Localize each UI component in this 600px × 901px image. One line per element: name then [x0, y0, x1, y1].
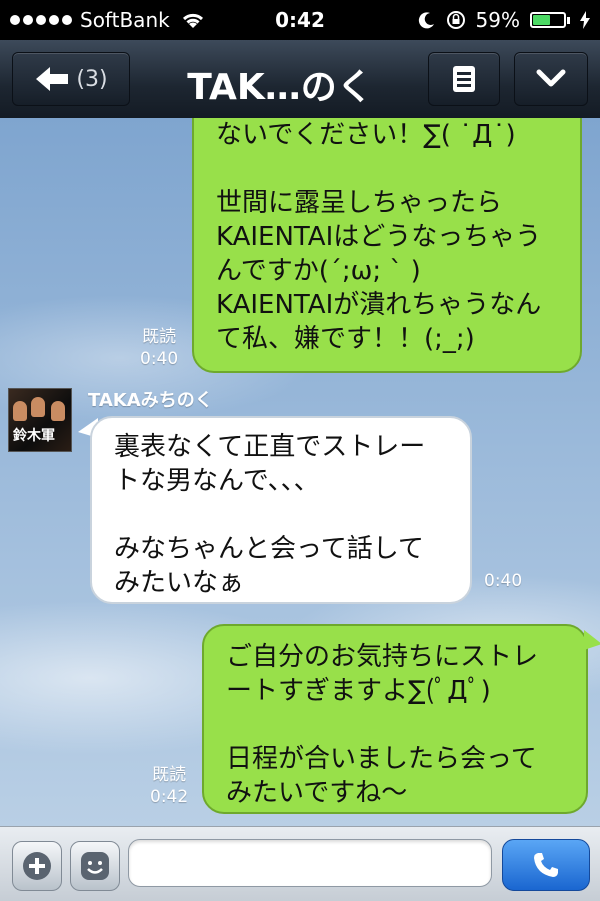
menu-button[interactable] — [428, 52, 500, 106]
charging-icon — [580, 11, 590, 29]
chevron-down-icon — [536, 69, 566, 87]
avatar[interactable]: 鈴木軍 — [8, 388, 72, 452]
avatar-logo-text: 鈴木軍 — [13, 428, 55, 444]
back-arrow-icon — [36, 67, 69, 91]
message-time: 0:40 — [140, 349, 179, 369]
message-bubble-sent[interactable]: ないでください！∑( ˙Д˙) 世間に露呈しちゃったら KAIENTAIはどうな… — [192, 118, 582, 373]
sender-name: TAKAみちのく — [88, 390, 213, 411]
message-meta: 既読 0:40 — [140, 326, 178, 370]
rotation-lock-icon — [446, 11, 465, 29]
emoji-button[interactable] — [70, 841, 120, 891]
expand-button[interactable] — [514, 52, 588, 106]
message-input[interactable] — [128, 839, 492, 887]
message-time: 0:40 — [484, 571, 523, 591]
moon-icon — [418, 12, 434, 29]
wifi-icon — [182, 13, 203, 28]
status-bar: SoftBank 0:42 59% — [0, 0, 600, 40]
menu-icon — [453, 66, 475, 92]
unread-count: (3) — [76, 66, 108, 92]
emoji-icon — [81, 852, 109, 880]
bubble-tail — [584, 630, 600, 650]
message-bubble-sent[interactable]: ご自分のお気持ちにストレ ートすぎますよ∑(ﾟДﾟ) 日程が合いましたら会って … — [202, 624, 588, 814]
chat-area[interactable]: ないでください！∑( ˙Д˙) 世間に露呈しちゃったら KAIENTAIはどうな… — [0, 118, 600, 826]
message-time: 0:42 — [150, 787, 189, 807]
plus-icon — [23, 852, 51, 880]
read-receipt: 既読 — [152, 765, 187, 785]
phone-icon — [534, 853, 558, 877]
call-button[interactable] — [502, 839, 590, 891]
input-bar — [0, 826, 600, 901]
battery-icon — [530, 12, 570, 28]
add-button[interactable] — [12, 841, 62, 891]
read-receipt: 既読 — [142, 327, 177, 347]
message-meta: 既読 0:42 — [150, 764, 188, 808]
back-button[interactable]: (3) — [12, 52, 130, 106]
battery-percent: 59% — [475, 8, 520, 32]
message-bubble-received[interactable]: 裏表なくて正直でストレー トな男なんで、、、 みなちゃんと会って話して みたいな… — [90, 416, 472, 604]
signal-strength-icon — [10, 15, 72, 25]
navigation-bar: (3) TAK…のく — [0, 40, 600, 119]
carrier-name: SoftBank — [80, 8, 170, 32]
chat-title: TAK…のく — [187, 67, 373, 108]
